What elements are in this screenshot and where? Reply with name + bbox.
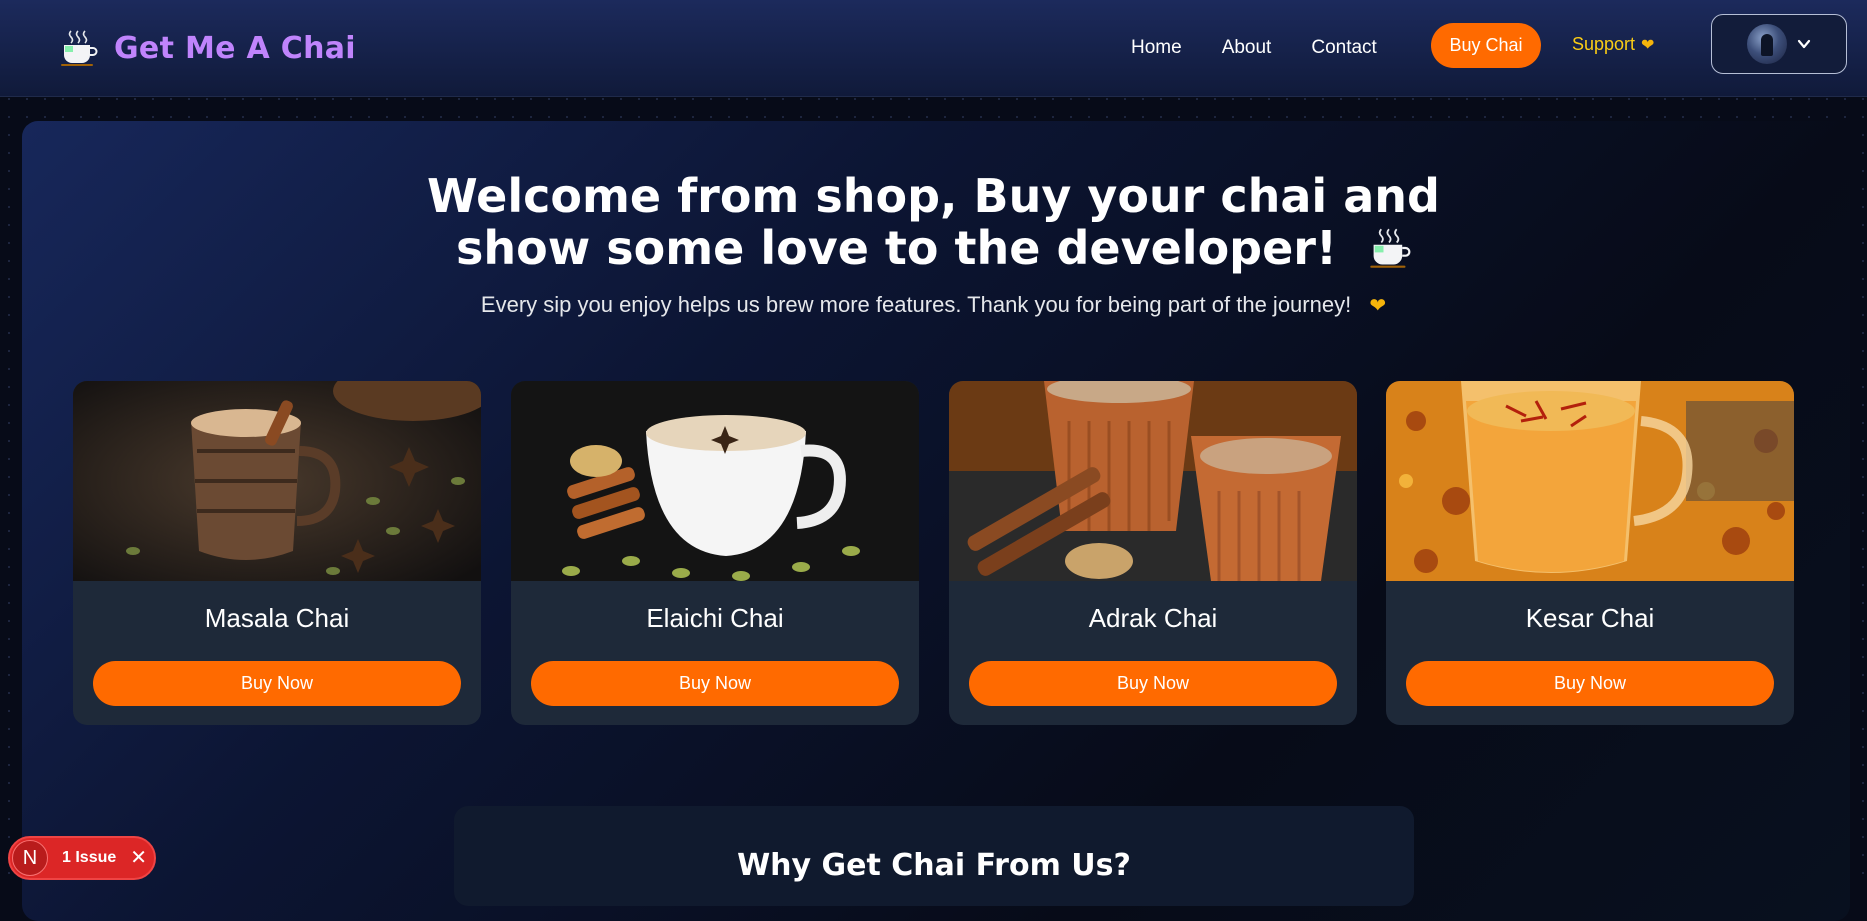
- buy-now-button-elaichi[interactable]: Buy Now: [531, 661, 899, 706]
- why-title: Why Get Chai From Us?: [737, 848, 1131, 883]
- why-section: Why Get Chai From Us?: [454, 806, 1414, 906]
- masala-chai-image: [73, 381, 481, 581]
- product-card-adrak: Adrak Chai Buy Now: [949, 381, 1357, 725]
- product-card-masala: Masala Chai Buy Now: [73, 381, 481, 725]
- issue-count: 1 Issue: [62, 849, 117, 866]
- nav-link-contact[interactable]: Contact: [1311, 37, 1376, 59]
- card-title: Masala Chai: [204, 603, 350, 633]
- hero-subtitle-text: Every sip you enjoy helps us brew more f…: [480, 292, 1352, 317]
- buy-chai-button[interactable]: Buy Chai: [1431, 23, 1541, 68]
- navbar: Get Me A Chai Home About Contact Buy Cha…: [0, 0, 1867, 97]
- elaichi-chai-image: [511, 381, 919, 581]
- nav-link-about[interactable]: About: [1222, 37, 1272, 59]
- brand-name: Get Me A Chai: [114, 30, 356, 66]
- card-title: Elaichi Chai: [646, 603, 784, 633]
- yellow-heart-icon: ❤: [1641, 36, 1655, 54]
- avatar: [1747, 24, 1787, 64]
- chevron-down-icon: [1797, 39, 1811, 49]
- profile-menu-button[interactable]: [1711, 14, 1847, 74]
- support-label: Support: [1572, 34, 1636, 54]
- kesar-chai-image: [1386, 381, 1794, 581]
- hero-title-line2: show some love to the developer!: [456, 221, 1337, 275]
- hero-title: Welcome from shop, Buy your chai and sho…: [0, 170, 1867, 274]
- chai-cup-icon: [1370, 228, 1411, 268]
- hero-title-line1: Welcome from shop, Buy your chai and: [427, 169, 1440, 223]
- dev-issue-badge[interactable]: N 1 Issue ✕: [8, 836, 156, 880]
- product-card-elaichi: Elaichi Chai Buy Now: [511, 381, 919, 725]
- yellow-heart-icon: ❤: [1369, 295, 1387, 317]
- nav-links: Home About Contact: [1131, 0, 1377, 96]
- buy-now-button-masala[interactable]: Buy Now: [93, 661, 461, 706]
- card-title: Kesar Chai: [1525, 603, 1655, 633]
- nav-link-home[interactable]: Home: [1131, 37, 1182, 59]
- close-icon[interactable]: ✕: [130, 848, 147, 868]
- buy-now-button-adrak[interactable]: Buy Now: [969, 661, 1337, 706]
- brand[interactable]: Get Me A Chai: [58, 26, 356, 70]
- chai-cup-icon: [61, 30, 98, 66]
- product-card-kesar: Kesar Chai Buy Now: [1386, 381, 1794, 725]
- card-title: Adrak Chai: [1088, 603, 1218, 633]
- support-link[interactable]: Support ❤: [1572, 34, 1654, 55]
- adrak-chai-image: [949, 381, 1357, 581]
- buy-now-button-kesar[interactable]: Buy Now: [1406, 661, 1774, 706]
- hero-subtitle: Every sip you enjoy helps us brew more f…: [0, 292, 1867, 318]
- nextjs-logo-icon: N: [12, 840, 48, 876]
